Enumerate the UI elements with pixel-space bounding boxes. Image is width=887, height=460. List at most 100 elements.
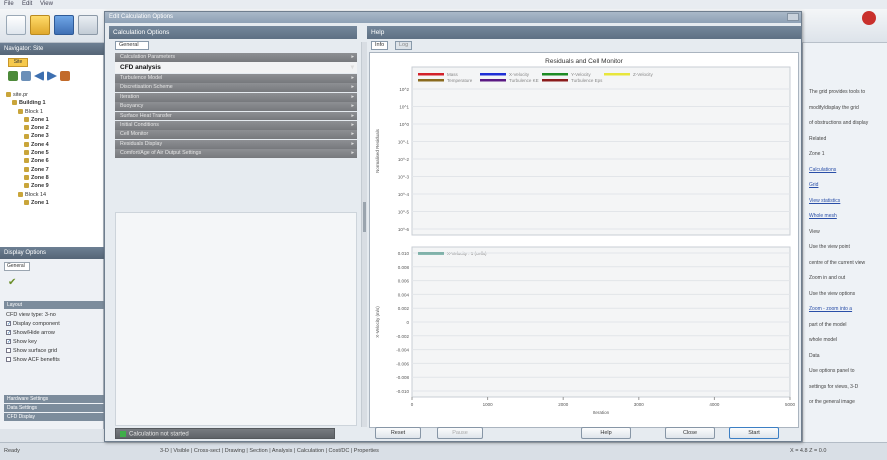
zone-icon <box>6 92 11 98</box>
expand-arrow-icon: ▸ <box>351 112 354 119</box>
tree-node-label: Zone 7 <box>31 166 49 173</box>
model-tree: site.pr Building 1 Block 1 Zone 1 Zone 2 Zone… <box>6 91 49 207</box>
forward-arrow-icon[interactable] <box>47 71 57 81</box>
start-button[interactable]: Start <box>729 427 779 439</box>
close-icon[interactable] <box>787 13 799 21</box>
close-button[interactable]: Close <box>665 427 715 439</box>
tree-node[interactable]: Block 1 <box>6 108 49 116</box>
navigator-toolbar <box>8 71 70 85</box>
category-item[interactable]: Cell Monitor ▸ <box>115 130 357 140</box>
tree-node[interactable]: Block 14 <box>6 191 49 199</box>
expand-arrow-icon: ▸ <box>351 131 354 138</box>
layout-section[interactable]: Layout <box>4 301 104 309</box>
tab-info[interactable]: Info <box>371 41 389 50</box>
category-item[interactable]: Surface Heat Transfer ▸ <box>115 111 357 121</box>
tree-node[interactable]: Zone 2 <box>6 124 49 132</box>
info-link[interactable]: Grid <box>809 182 818 188</box>
tree-node[interactable]: Zone 3 <box>6 132 49 140</box>
checkbox[interactable] <box>6 357 11 363</box>
info-link[interactable]: Calculations <box>809 167 836 173</box>
tree-node-label: Zone 8 <box>31 174 49 181</box>
y-tick-label: 0.006 <box>398 279 410 284</box>
tree-node[interactable]: Building 1 <box>6 99 49 107</box>
tab-log[interactable]: Log <box>395 41 413 50</box>
display-tab-general[interactable]: General <box>4 262 30 271</box>
apply-check-icon[interactable]: ✔ <box>8 277 16 288</box>
grid-icon[interactable] <box>21 71 31 81</box>
tree-node[interactable]: Zone 9 <box>6 182 49 190</box>
building-icon[interactable] <box>60 71 70 81</box>
category-item[interactable]: Residuals Display ▸ <box>115 139 357 149</box>
category-label: Comfort/Age of Air Output Settings <box>120 150 202 157</box>
zone-icon <box>12 100 17 106</box>
category-item[interactable]: Comfort/Age of Air Output Settings ▸ <box>115 149 357 158</box>
info-link[interactable]: Whole mesh <box>809 213 837 219</box>
display-option[interactable]: ✓ Display component <box>6 321 60 327</box>
category-item[interactable]: Buoyancy ▸ <box>115 102 357 111</box>
checkbox[interactable]: ✓ <box>6 321 11 327</box>
expand-arrow-icon: ▸ <box>351 84 354 91</box>
model-icon[interactable] <box>8 71 18 81</box>
tree-node[interactable]: Zone 6 <box>6 157 49 165</box>
checkbox[interactable]: ✓ <box>6 330 11 336</box>
tree-node[interactable]: Zone 1 <box>6 199 49 207</box>
tree-node[interactable]: Zone 4 <box>6 141 49 149</box>
category-item[interactable]: Discretisation Scheme ▸ <box>115 83 357 93</box>
residuals-chart: Residuals and Cell Monitor Mass X-Velocity… <box>375 58 796 415</box>
menu-edit[interactable]: Edit <box>22 1 32 7</box>
y-tick-label: -0.010 <box>396 389 409 394</box>
category-label: Turbulence Model <box>120 74 163 81</box>
display-section-bar[interactable]: Data Settings <box>4 404 104 412</box>
category-item[interactable]: Turbulence Model ▸ <box>115 73 357 83</box>
info-link[interactable]: View statistics <box>809 198 840 204</box>
menu-view[interactable]: View <box>40 1 53 7</box>
category-item[interactable]: Initial Conditions ▸ <box>115 120 357 130</box>
open-folder-icon[interactable] <box>30 15 50 35</box>
checkbox[interactable] <box>6 348 11 354</box>
y-tick-label: 10^-6 <box>398 227 410 232</box>
checkbox[interactable]: ✓ <box>6 339 11 345</box>
display-option[interactable]: Show surface grid <box>6 348 57 354</box>
calc-tab-general[interactable]: General <box>115 41 149 50</box>
new-document-icon[interactable] <box>6 15 26 35</box>
y-tick-label: -0.004 <box>396 348 409 353</box>
display-section-bar[interactable]: Hardware Settings <box>4 395 104 403</box>
display-option[interactable]: ✓ Show key <box>6 339 37 345</box>
legend-swatch <box>604 73 630 76</box>
panel-splitter[interactable] <box>361 42 367 427</box>
menu-file[interactable]: File <box>4 1 14 7</box>
save-icon[interactable] <box>54 15 74 35</box>
view-tabs[interactable]: 3-D | Visible | Cross-sect | Drawing | S… <box>160 448 379 454</box>
info-text: or the general image <box>809 399 855 405</box>
display-option-label: Show key <box>13 339 37 345</box>
legend-swatch <box>480 73 506 76</box>
display-option[interactable]: ✓ Show/Hide arrow <box>6 330 55 336</box>
tree-node[interactable]: Zone 1 <box>6 116 49 124</box>
tree-node-label: Zone 3 <box>31 133 49 140</box>
tree-node[interactable]: Zone 7 <box>6 166 49 174</box>
info-link[interactable]: Zoom - zoom into a <box>809 306 852 312</box>
navigator-tab-site[interactable]: Site <box>8 58 28 67</box>
category-item[interactable]: Calculation Parameters ▸ <box>115 53 357 62</box>
reset-button[interactable]: Reset <box>375 427 421 439</box>
category-item[interactable]: CFD analysis ▾ <box>115 62 357 74</box>
dialog-titlebar[interactable]: Edit Calculation Options <box>105 12 801 23</box>
y-tick-label: 10^2 <box>399 87 409 92</box>
tree-node[interactable]: Zone 8 <box>6 174 49 182</box>
display-option[interactable]: Show ACF benefits <box>6 357 60 363</box>
y-tick-label: 0.002 <box>398 306 410 311</box>
tree-node[interactable]: site.pr <box>6 91 49 99</box>
pause-button[interactable]: Pause <box>437 427 483 439</box>
undo-icon[interactable] <box>78 15 98 35</box>
y-tick-label: 10^-1 <box>398 140 410 145</box>
tree-node[interactable]: Zone 5 <box>6 149 49 157</box>
close-app-icon[interactable] <box>862 11 876 25</box>
back-arrow-icon[interactable] <box>34 71 44 81</box>
display-option[interactable]: CFD view type: 3-no <box>6 312 56 318</box>
help-button[interactable]: Help <box>581 427 631 439</box>
display-option-label: Show surface grid <box>13 348 58 354</box>
display-section-bar[interactable]: CFD Display <box>4 413 104 421</box>
display-options-title: Display Options <box>0 247 104 259</box>
tree-node-label: Zone 1 <box>31 199 49 206</box>
category-item[interactable]: Iteration ▸ <box>115 92 357 102</box>
